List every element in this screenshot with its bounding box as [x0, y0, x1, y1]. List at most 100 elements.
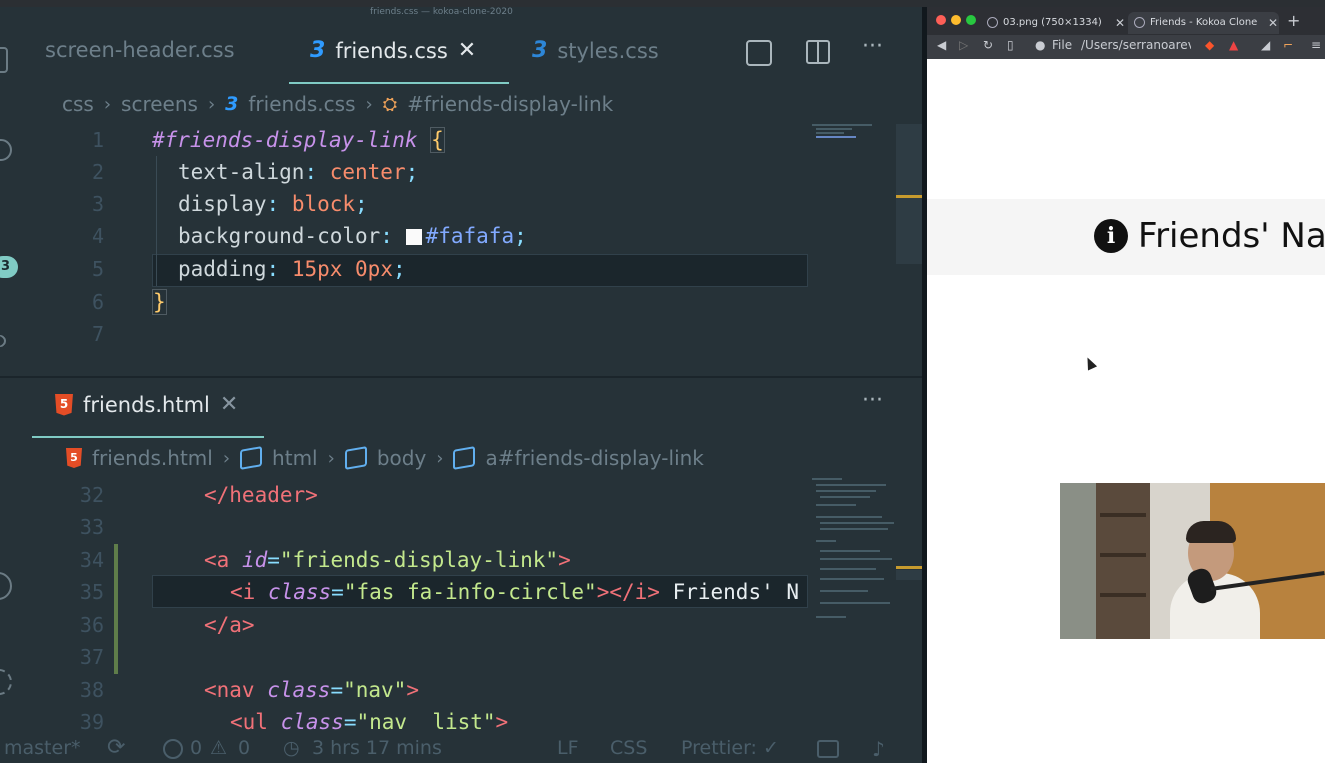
shield-icon[interactable]: ◆	[1205, 38, 1214, 52]
code-line[interactable]: text-align: center;	[178, 156, 418, 188]
breadcrumb-item[interactable]: friends.html	[92, 446, 213, 470]
extension-icon[interactable]: ◢	[1261, 38, 1270, 52]
chevron-right-icon: ›	[365, 93, 373, 115]
extension-icon[interactable]: ⌐	[1283, 38, 1293, 52]
element-icon	[344, 446, 367, 470]
line-number: 7	[91, 322, 104, 346]
address-scheme[interactable]: File	[1052, 38, 1072, 52]
scrollbar[interactable]	[896, 570, 922, 580]
compare-changes-icon[interactable]	[746, 40, 772, 66]
page-heading-text: Friends' Nar	[1138, 216, 1325, 256]
minimize-window-button[interactable]	[951, 15, 961, 25]
error-icon[interactable]	[163, 739, 183, 759]
code-line[interactable]: background-color: #fafafa;	[178, 220, 527, 252]
minimap[interactable]	[812, 124, 896, 144]
breadcrumb-item[interactable]: body	[377, 446, 426, 470]
breadcrumb-item[interactable]: #friends-display-link	[407, 92, 613, 116]
split-editor-icon[interactable]	[806, 40, 830, 64]
line-number: 4	[91, 224, 104, 248]
html-file-icon: 5	[66, 448, 82, 468]
code-line[interactable]: <a id="friends-display-link">	[204, 544, 571, 576]
scrollbar[interactable]	[896, 124, 922, 264]
info-circle-icon: i	[1094, 219, 1128, 253]
code-line[interactable]: display: block;	[178, 188, 368, 220]
zoom-window-button[interactable]	[966, 15, 976, 25]
back-icon[interactable]: ◀	[937, 38, 946, 52]
forward-icon[interactable]: ▷	[959, 38, 968, 52]
tab-label: screen-header.css	[45, 38, 235, 62]
code-line[interactable]: <i class="fas fa-info-circle"></i> Frien…	[230, 576, 808, 608]
css-file-icon: 3	[310, 38, 326, 63]
browser-tab-label: Friends - Kokoa Clone	[1150, 17, 1258, 28]
new-tab-button[interactable]: +	[1287, 11, 1300, 30]
code-line[interactable]: </a>	[204, 609, 255, 641]
settings-gear-icon[interactable]	[0, 669, 12, 695]
code-line[interactable]: padding: 15px 0px;	[178, 253, 406, 285]
warning-icon[interactable]: ⚠	[210, 737, 227, 759]
error-count[interactable]: 0	[190, 737, 202, 759]
menu-icon[interactable]: ≡	[1311, 38, 1321, 52]
account-icon[interactable]	[0, 572, 12, 600]
activity-bar	[0, 7, 20, 737]
minimap[interactable]	[812, 478, 896, 628]
browser-tab-active[interactable]: Friends - Kokoa Clone ✕	[1128, 12, 1279, 34]
code-line[interactable]: <ul class="nav list">	[230, 706, 508, 738]
feedback-icon[interactable]	[817, 740, 839, 758]
line-number: 37	[79, 645, 104, 669]
code-line[interactable]: }	[152, 286, 167, 318]
breadcrumb: 5 friends.html › html › body › a#friends…	[66, 446, 704, 470]
code-line[interactable]: <nav class="nav">	[204, 674, 419, 706]
bookmark-icon[interactable]: ▯	[1007, 38, 1014, 52]
run-icon[interactable]	[0, 332, 9, 350]
tab-screen-header-css[interactable]: screen-header.css	[45, 38, 235, 62]
close-window-button[interactable]	[936, 15, 946, 25]
browser-tab[interactable]: 03.png (750×1334) ✕	[981, 12, 1126, 34]
address-bar[interactable]: /Users/serranoareval...	[1081, 38, 1191, 52]
code-line[interactable]: #friends-display-link {	[152, 124, 445, 156]
active-tab-indicator	[32, 436, 264, 438]
breadcrumb-item[interactable]: screens	[121, 92, 198, 116]
scrollbar-marker	[896, 195, 922, 198]
breadcrumb-item[interactable]: html	[272, 446, 318, 470]
color-swatch[interactable]	[405, 229, 422, 245]
tab-styles-css[interactable]: 3 styles.css	[532, 38, 659, 63]
close-icon[interactable]: ✕	[458, 38, 476, 63]
browser-tab-label: 03.png (750×1334)	[1003, 17, 1102, 28]
breadcrumb-item[interactable]: friends.css	[248, 92, 355, 116]
chevron-right-icon: ›	[222, 447, 231, 469]
line-number: 32	[79, 483, 104, 507]
language-mode[interactable]: CSS	[610, 737, 647, 759]
end-of-line[interactable]: LF	[557, 737, 579, 759]
tab-friends-css[interactable]: 3 friends.css ✕	[310, 38, 476, 63]
tab-friends-html[interactable]: 5 friends.html ✕	[55, 392, 238, 417]
breadcrumb-item[interactable]: css	[62, 92, 94, 116]
close-icon[interactable]: ✕	[220, 392, 238, 417]
line-number: 2	[91, 160, 104, 184]
git-branch[interactable]: master*	[4, 737, 81, 759]
bell-icon[interactable]: ♪	[872, 737, 885, 761]
time-tracker[interactable]: 3 hrs 17 mins	[312, 737, 442, 759]
rewards-icon[interactable]: ▲	[1229, 38, 1238, 52]
explorer-icon[interactable]	[0, 47, 8, 73]
formatter-status[interactable]: Prettier: ✓	[681, 737, 779, 759]
page-heading[interactable]: i Friends' Nar	[1094, 216, 1325, 256]
line-number: 34	[79, 548, 104, 572]
css-file-icon: 3	[532, 38, 548, 63]
globe-icon	[1134, 17, 1145, 28]
more-actions-icon[interactable]: ···	[862, 388, 883, 413]
warning-count[interactable]: 0	[238, 737, 250, 759]
browser-window	[927, 7, 1325, 763]
close-tab-icon[interactable]: ✕	[1115, 12, 1125, 34]
webcam-overlay	[1060, 483, 1325, 639]
reload-icon[interactable]: ↻	[983, 38, 993, 52]
code-editor	[0, 7, 922, 763]
search-icon[interactable]	[0, 139, 12, 161]
globe-icon	[987, 17, 998, 28]
tab-label: friends.css	[335, 38, 448, 63]
breadcrumb-item[interactable]: a#friends-display-link	[485, 446, 703, 470]
code-line[interactable]: </header>	[204, 479, 318, 511]
sync-icon[interactable]: ⟳	[107, 735, 125, 760]
close-tab-icon[interactable]: ✕	[1268, 12, 1278, 34]
info-icon[interactable]: ●	[1035, 38, 1045, 52]
more-actions-icon[interactable]: ···	[862, 34, 883, 59]
